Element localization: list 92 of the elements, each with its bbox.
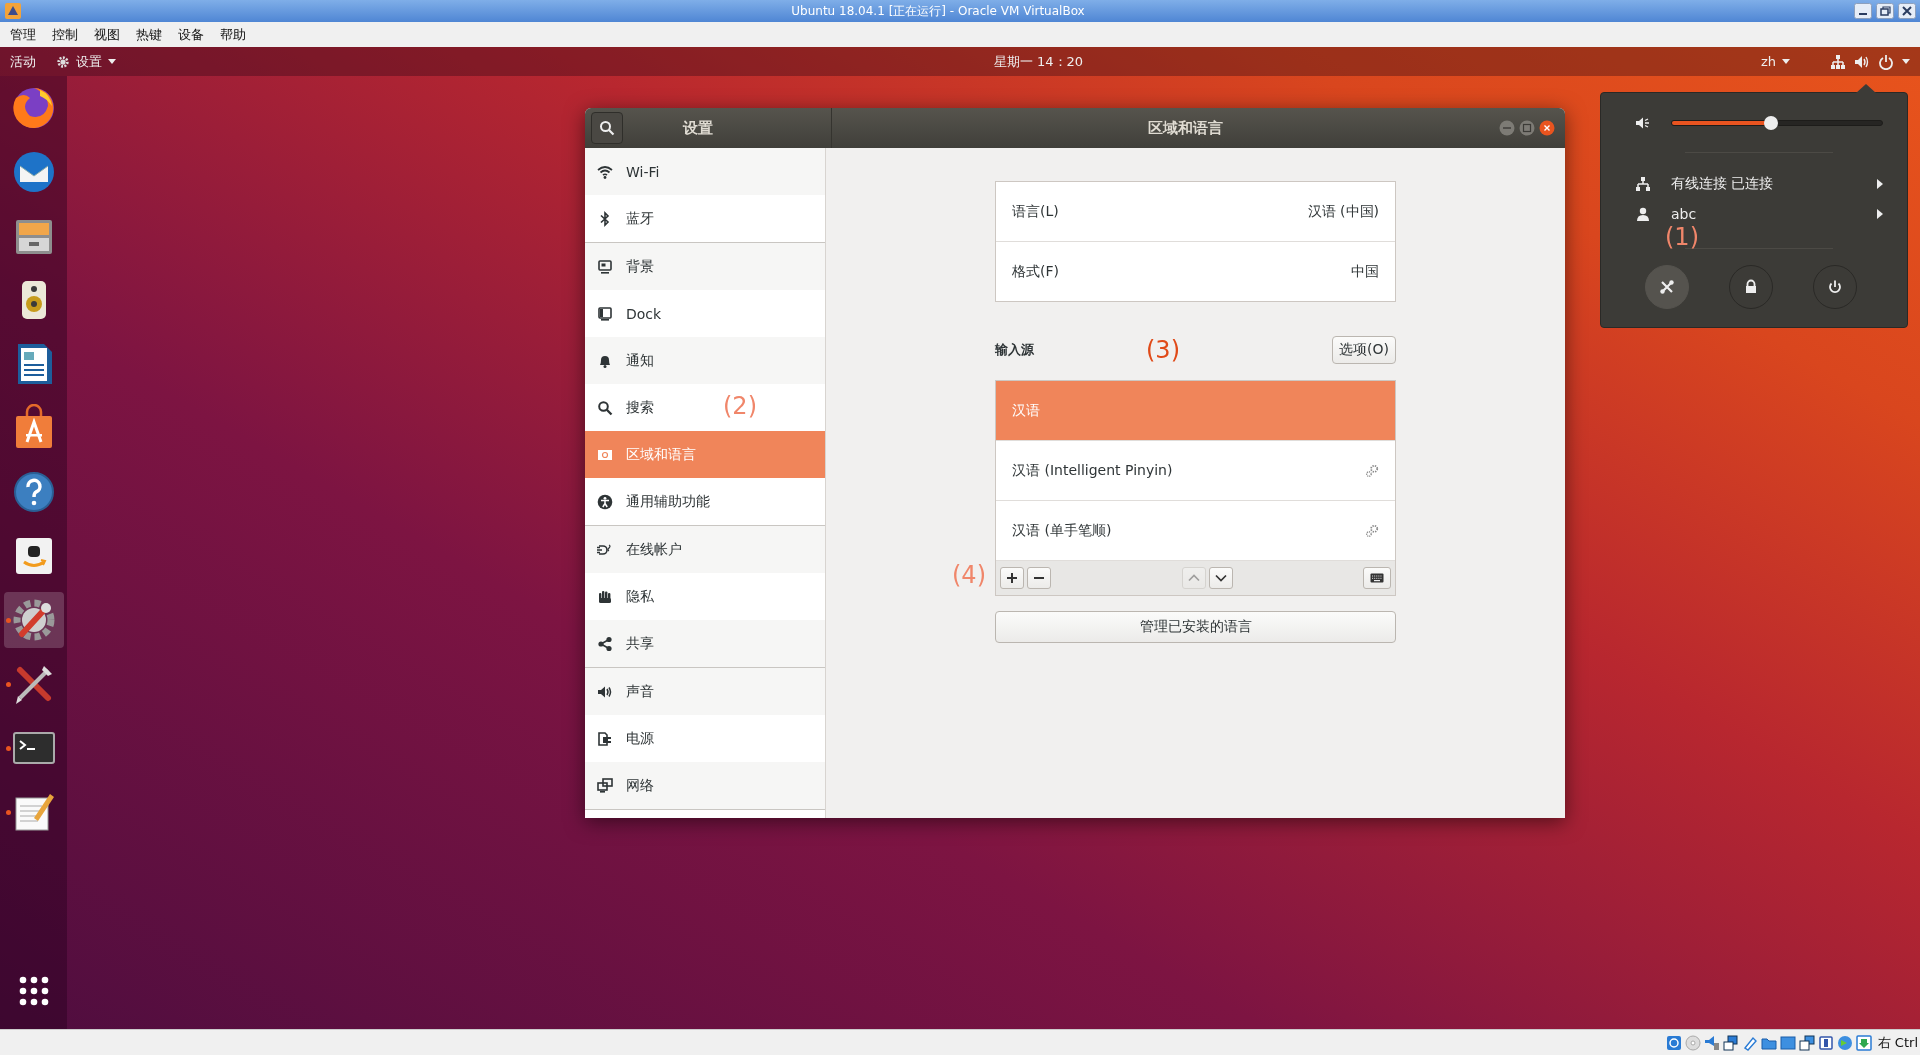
grid-icon — [17, 975, 50, 1007]
row-label: 格式(F) — [1012, 262, 1059, 281]
lock-icon — [1743, 279, 1759, 295]
caret-icon — [1782, 58, 1790, 65]
display-icon — [1779, 1034, 1796, 1051]
window-title: Ubuntu 18.04.1 [正在运行] - Oracle VM VirtualBox — [790, 2, 1086, 20]
host-key-label: 右 Ctrl — [1877, 1033, 1918, 1052]
menu-item[interactable]: 热键 — [136, 25, 162, 44]
caret-icon — [1902, 58, 1910, 65]
move-down-button[interactable] — [1208, 567, 1233, 589]
network-icon — [1635, 176, 1651, 192]
options-button[interactable]: 选项(O) — [1332, 336, 1396, 364]
restore-icon[interactable] — [1876, 3, 1894, 19]
wifi-icon — [597, 163, 613, 180]
submenu-arrow-icon — [1877, 209, 1883, 219]
input-method-menu[interactable]: zh — [1760, 54, 1790, 69]
keyboard-button[interactable] — [1363, 567, 1391, 589]
settings-button[interactable] — [1645, 265, 1689, 309]
volume-slider[interactable] — [1671, 115, 1883, 131]
annotation-label: (4) — [952, 561, 986, 589]
caret-icon — [108, 58, 116, 65]
setting-row[interactable]: 语言(L) 汉语 (中国) — [996, 182, 1395, 241]
menu-item[interactable]: 设备 — [178, 25, 204, 44]
annotation-label: (3) — [1146, 336, 1180, 364]
menu-item[interactable]: 帮助 — [220, 25, 246, 44]
sidebar-title: 设置 — [683, 118, 713, 138]
close-icon[interactable] — [1898, 3, 1916, 19]
plug-icon — [597, 730, 613, 747]
monitor-icon — [597, 258, 613, 275]
search-button[interactable] — [591, 112, 623, 144]
annotation-label: (2) — [723, 392, 757, 420]
menu-item[interactable]: 控制 — [52, 25, 78, 44]
user-icon — [1635, 206, 1651, 222]
gear-icon — [56, 54, 70, 69]
manage-languages-button[interactable]: 管理已安装的语言 — [995, 611, 1396, 643]
minimize-icon[interactable] — [1854, 3, 1872, 19]
volume-icon — [1635, 115, 1651, 131]
gears-icon[interactable] — [1365, 523, 1379, 538]
sidebar-item[interactable]: 共享 — [585, 620, 825, 667]
app-logo-icon — [4, 2, 22, 20]
remove-button[interactable] — [1027, 567, 1051, 589]
menu-item[interactable]: 管理 — [10, 25, 36, 44]
sidebar-item[interactable]: 通知 — [585, 337, 825, 384]
share-icon — [597, 635, 613, 652]
speaker-icon — [1703, 1034, 1720, 1051]
power-icon — [1827, 279, 1843, 295]
usb-icon — [1741, 1034, 1758, 1051]
add-button[interactable] — [1000, 567, 1024, 589]
search-icon — [599, 120, 615, 136]
gears-icon[interactable] — [1365, 463, 1379, 478]
menu-item[interactable]: 有线连接 已连接 — [1635, 169, 1883, 199]
search-icon — [597, 399, 613, 416]
dock-item[interactable] — [3, 592, 64, 648]
accessibility-icon — [597, 493, 613, 510]
slider-handle[interactable] — [1763, 116, 1778, 130]
menu-item[interactable]: 视图 — [94, 25, 120, 44]
network-icon — [1722, 1034, 1739, 1051]
app-grid-button[interactable] — [17, 975, 50, 1007]
input-source-row[interactable]: 汉语 (Intelligent Pinyin) — [996, 441, 1395, 501]
annotation-label: (1) — [1665, 223, 1699, 251]
row-value: 中国 — [1351, 262, 1379, 281]
activities-button[interactable]: 活动 — [10, 52, 36, 71]
keyboard-icon — [1370, 571, 1384, 585]
network-icon — [1830, 53, 1846, 70]
system-menu-button[interactable] — [1830, 53, 1910, 70]
tools-icon — [1659, 279, 1675, 295]
power-icon — [1878, 53, 1894, 70]
plus-icon — [1005, 571, 1019, 585]
close-icon[interactable] — [1539, 120, 1555, 136]
hand-icon — [597, 588, 613, 605]
sidebar-item[interactable]: Wi-Fi — [585, 148, 825, 195]
lock-button[interactable] — [1729, 265, 1773, 309]
disc-icon — [1684, 1034, 1701, 1051]
app-menu[interactable]: 设置 — [56, 52, 116, 71]
globe-icon — [1836, 1034, 1853, 1051]
row-label: 语言(L) — [1012, 202, 1059, 221]
sidebar-item[interactable]: 网络 — [585, 762, 825, 809]
sidebar-item[interactable]: 在线帐户 — [585, 526, 825, 573]
computers-icon — [597, 777, 613, 794]
chip-icon — [1817, 1034, 1834, 1051]
windows-icon — [1798, 1034, 1815, 1051]
download-icon — [1855, 1034, 1872, 1051]
sidebar-item[interactable]: 声音 — [585, 668, 825, 715]
submenu-arrow-icon — [1877, 179, 1883, 189]
window-title: 区域和语言 — [1147, 118, 1224, 138]
clock[interactable]: 星期一 14：20 — [793, 52, 1084, 71]
row-value: 汉语 (中国) — [1307, 202, 1379, 221]
sidebar-item[interactable]: 背景 — [585, 243, 825, 290]
power-button[interactable] — [1813, 265, 1857, 309]
monitor-icon — [597, 305, 613, 322]
setting-row[interactable]: 格式(F) 中国 — [996, 241, 1395, 301]
section-heading: 输入源 — [995, 341, 1034, 359]
